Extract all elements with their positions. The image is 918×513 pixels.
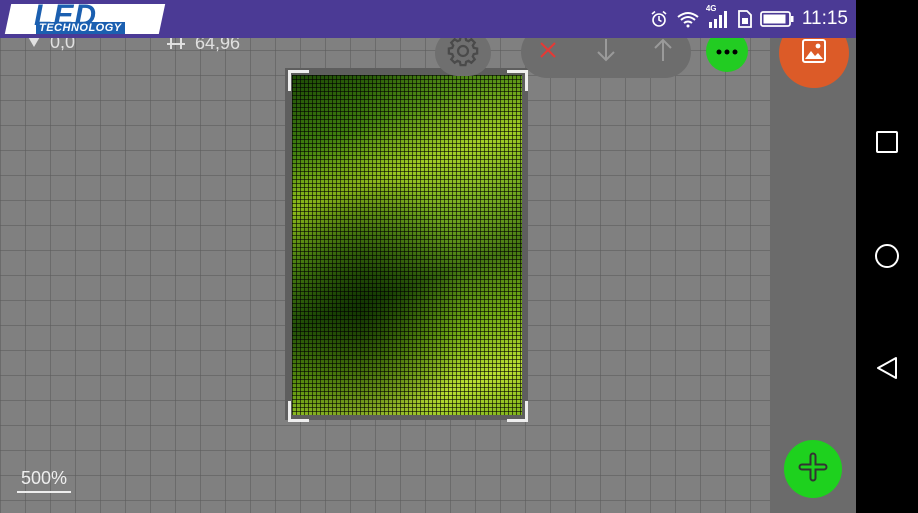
resize-handle-bottom-right[interactable] bbox=[507, 401, 528, 422]
arrow-down-icon bbox=[595, 37, 617, 68]
triangle-back-icon bbox=[874, 355, 900, 386]
status-icons: 4G 11:15 bbox=[650, 4, 848, 30]
sim-icon bbox=[736, 10, 752, 28]
resize-handle-top-right[interactable] bbox=[507, 70, 528, 91]
circle-icon bbox=[874, 243, 900, 274]
resize-handle-bottom-left[interactable] bbox=[288, 401, 309, 422]
move-up-button[interactable] bbox=[648, 37, 678, 67]
app-screen: 0,0 64,96 500% LED TECHNOLOGY 4G 11:15 bbox=[0, 0, 856, 513]
alarm-icon bbox=[650, 10, 668, 28]
clock: 11:15 bbox=[801, 8, 848, 29]
battery-icon bbox=[759, 11, 794, 27]
delete-button[interactable] bbox=[533, 37, 563, 67]
wifi-icon bbox=[676, 10, 700, 28]
back-button[interactable] bbox=[872, 355, 902, 385]
gear-icon bbox=[446, 34, 480, 73]
resize-handle-top-left[interactable] bbox=[288, 70, 309, 91]
zoom-level: 500% bbox=[17, 468, 72, 493]
android-nav-bar bbox=[856, 0, 918, 513]
led-image-layer[interactable] bbox=[292, 75, 522, 415]
add-layer-button[interactable] bbox=[784, 440, 842, 498]
logo-subtext: TECHNOLOGY bbox=[36, 22, 125, 34]
status-bar: LED TECHNOLOGY 4G 11:15 bbox=[0, 0, 856, 38]
home-button[interactable] bbox=[872, 243, 902, 273]
arrow-up-icon bbox=[652, 37, 674, 68]
move-down-button[interactable] bbox=[591, 37, 621, 67]
more-dots-icon bbox=[716, 42, 738, 60]
square-icon bbox=[875, 130, 899, 159]
recents-button[interactable] bbox=[872, 129, 902, 159]
close-icon bbox=[538, 40, 558, 65]
signal-icon: 4G bbox=[706, 4, 728, 28]
led-technology-logo: LED TECHNOLOGY bbox=[4, 0, 166, 36]
image-icon bbox=[801, 38, 827, 69]
plus-icon bbox=[798, 452, 828, 487]
network-label: 4G bbox=[705, 4, 717, 13]
